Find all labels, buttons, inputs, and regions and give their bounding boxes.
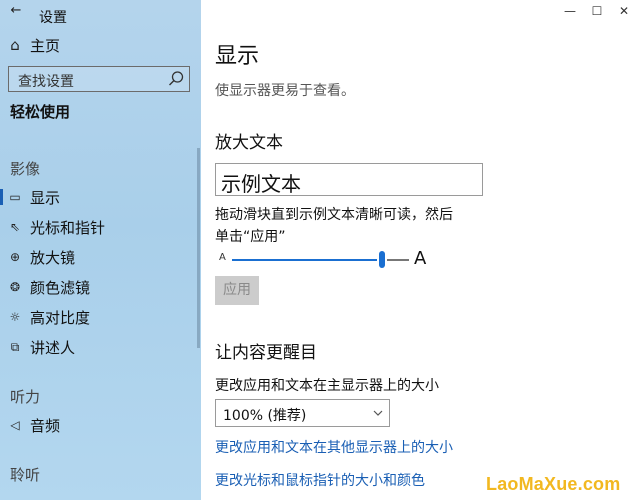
sidebar-item-audio[interactable]: ◁ 音频 — [0, 410, 201, 440]
page-subtitle: 使显示器更易于查看。 — [215, 83, 355, 99]
cursor-size-link[interactable]: 更改光标和鼠标指针的大小和颜色 — [215, 470, 425, 490]
slider-description-line2: 单击“应用” — [215, 229, 286, 245]
sidebar-item-high-contrast[interactable]: ☼ 高对比度 — [0, 302, 201, 332]
group-title-listening: 聆听 — [10, 466, 41, 484]
search-placeholder: 查找设置 — [18, 74, 74, 90]
window-title: 设置 — [39, 10, 67, 26]
scale-label: 更改应用和文本在主显示器上的大小 — [215, 378, 439, 394]
sidebar-item-label: 音频 — [30, 416, 61, 435]
text-size-slider[interactable]: A A — [215, 248, 435, 270]
sidebar-item-color-filters[interactable]: ❂ 颜色滤镜 — [0, 272, 201, 302]
sidebar-item-label: 讲述人 — [30, 338, 76, 357]
search-box[interactable]: 查找设置 — [8, 66, 190, 92]
apply-button[interactable]: 应用 — [215, 276, 259, 305]
display-icon: ▭ — [9, 190, 21, 204]
audio-icon: ◁ — [10, 418, 20, 432]
group-title-hearing: 听力 — [10, 388, 41, 406]
sidebar-scrollbar[interactable] — [197, 148, 200, 348]
narrator-icon: ⧉ — [10, 339, 20, 354]
cursor-icon: ⇖ — [9, 220, 21, 234]
main-content: 显示 使显示器更易于查看。 放大文本 示例文本 拖动滑块直到示例文本清晰可读，然… — [201, 0, 640, 500]
slider-thumb[interactable] — [379, 251, 386, 268]
group-title-vision: 影像 — [10, 160, 41, 178]
contrast-icon: ☼ — [9, 310, 21, 324]
sidebar-item-display[interactable]: ▭ 显示 — [0, 182, 201, 212]
make-bigger-heading: 让内容更醒目 — [215, 343, 317, 363]
sidebar-item-label: 光标和指针 — [30, 218, 106, 237]
page-title: 显示 — [215, 44, 260, 69]
active-marker — [0, 189, 3, 205]
sidebar: ← 设置 ⌂ 主页 查找设置 轻松使用 影像 ▭ 显示 ⇖ 光标和指针 ⊕ 放大… — [0, 0, 201, 500]
sidebar-item-label: 显示 — [30, 188, 61, 207]
color-filter-icon: ❂ — [9, 280, 21, 294]
scale-dropdown-value: 100% (推荐) — [223, 408, 307, 424]
chevron-down-icon — [373, 410, 383, 416]
watermark: LaoMaXue.com — [486, 474, 621, 494]
sidebar-item-label: 放大镜 — [30, 248, 76, 267]
sidebar-item-label: 主页 — [30, 36, 61, 55]
sidebar-item-narrator[interactable]: ⧉ 讲述人 — [0, 332, 201, 362]
sidebar-item-label: 高对比度 — [30, 308, 91, 327]
sample-text-box: 示例文本 — [215, 163, 483, 196]
sample-text: 示例文本 — [221, 172, 301, 196]
sidebar-item-cursor[interactable]: ⇖ 光标和指针 — [0, 212, 201, 242]
slider-min-label: A — [219, 252, 226, 263]
magnifier-icon: ⊕ — [9, 250, 21, 264]
sidebar-item-home[interactable]: ⌂ 主页 — [0, 30, 201, 60]
sidebar-item-label: 颜色滤镜 — [30, 278, 91, 297]
section-title: 轻松使用 — [10, 103, 71, 121]
back-arrow-icon[interactable]: ← — [6, 2, 26, 20]
scale-dropdown[interactable]: 100% (推荐) — [215, 399, 390, 427]
slider-track-remaining — [387, 259, 409, 261]
enlarge-text-heading: 放大文本 — [215, 133, 283, 153]
home-icon: ⌂ — [10, 36, 20, 54]
search-icon[interactable] — [167, 70, 185, 88]
sidebar-item-magnifier[interactable]: ⊕ 放大镜 — [0, 242, 201, 272]
slider-track-filled — [232, 259, 378, 261]
other-displays-link[interactable]: 更改应用和文本在其他显示器上的大小 — [215, 437, 453, 457]
settings-window: ← 设置 ⌂ 主页 查找设置 轻松使用 影像 ▭ 显示 ⇖ 光标和指针 ⊕ 放大… — [0, 0, 640, 500]
slider-description-line1: 拖动滑块直到示例文本清晰可读，然后 — [215, 207, 453, 223]
slider-max-label: A — [414, 248, 427, 269]
